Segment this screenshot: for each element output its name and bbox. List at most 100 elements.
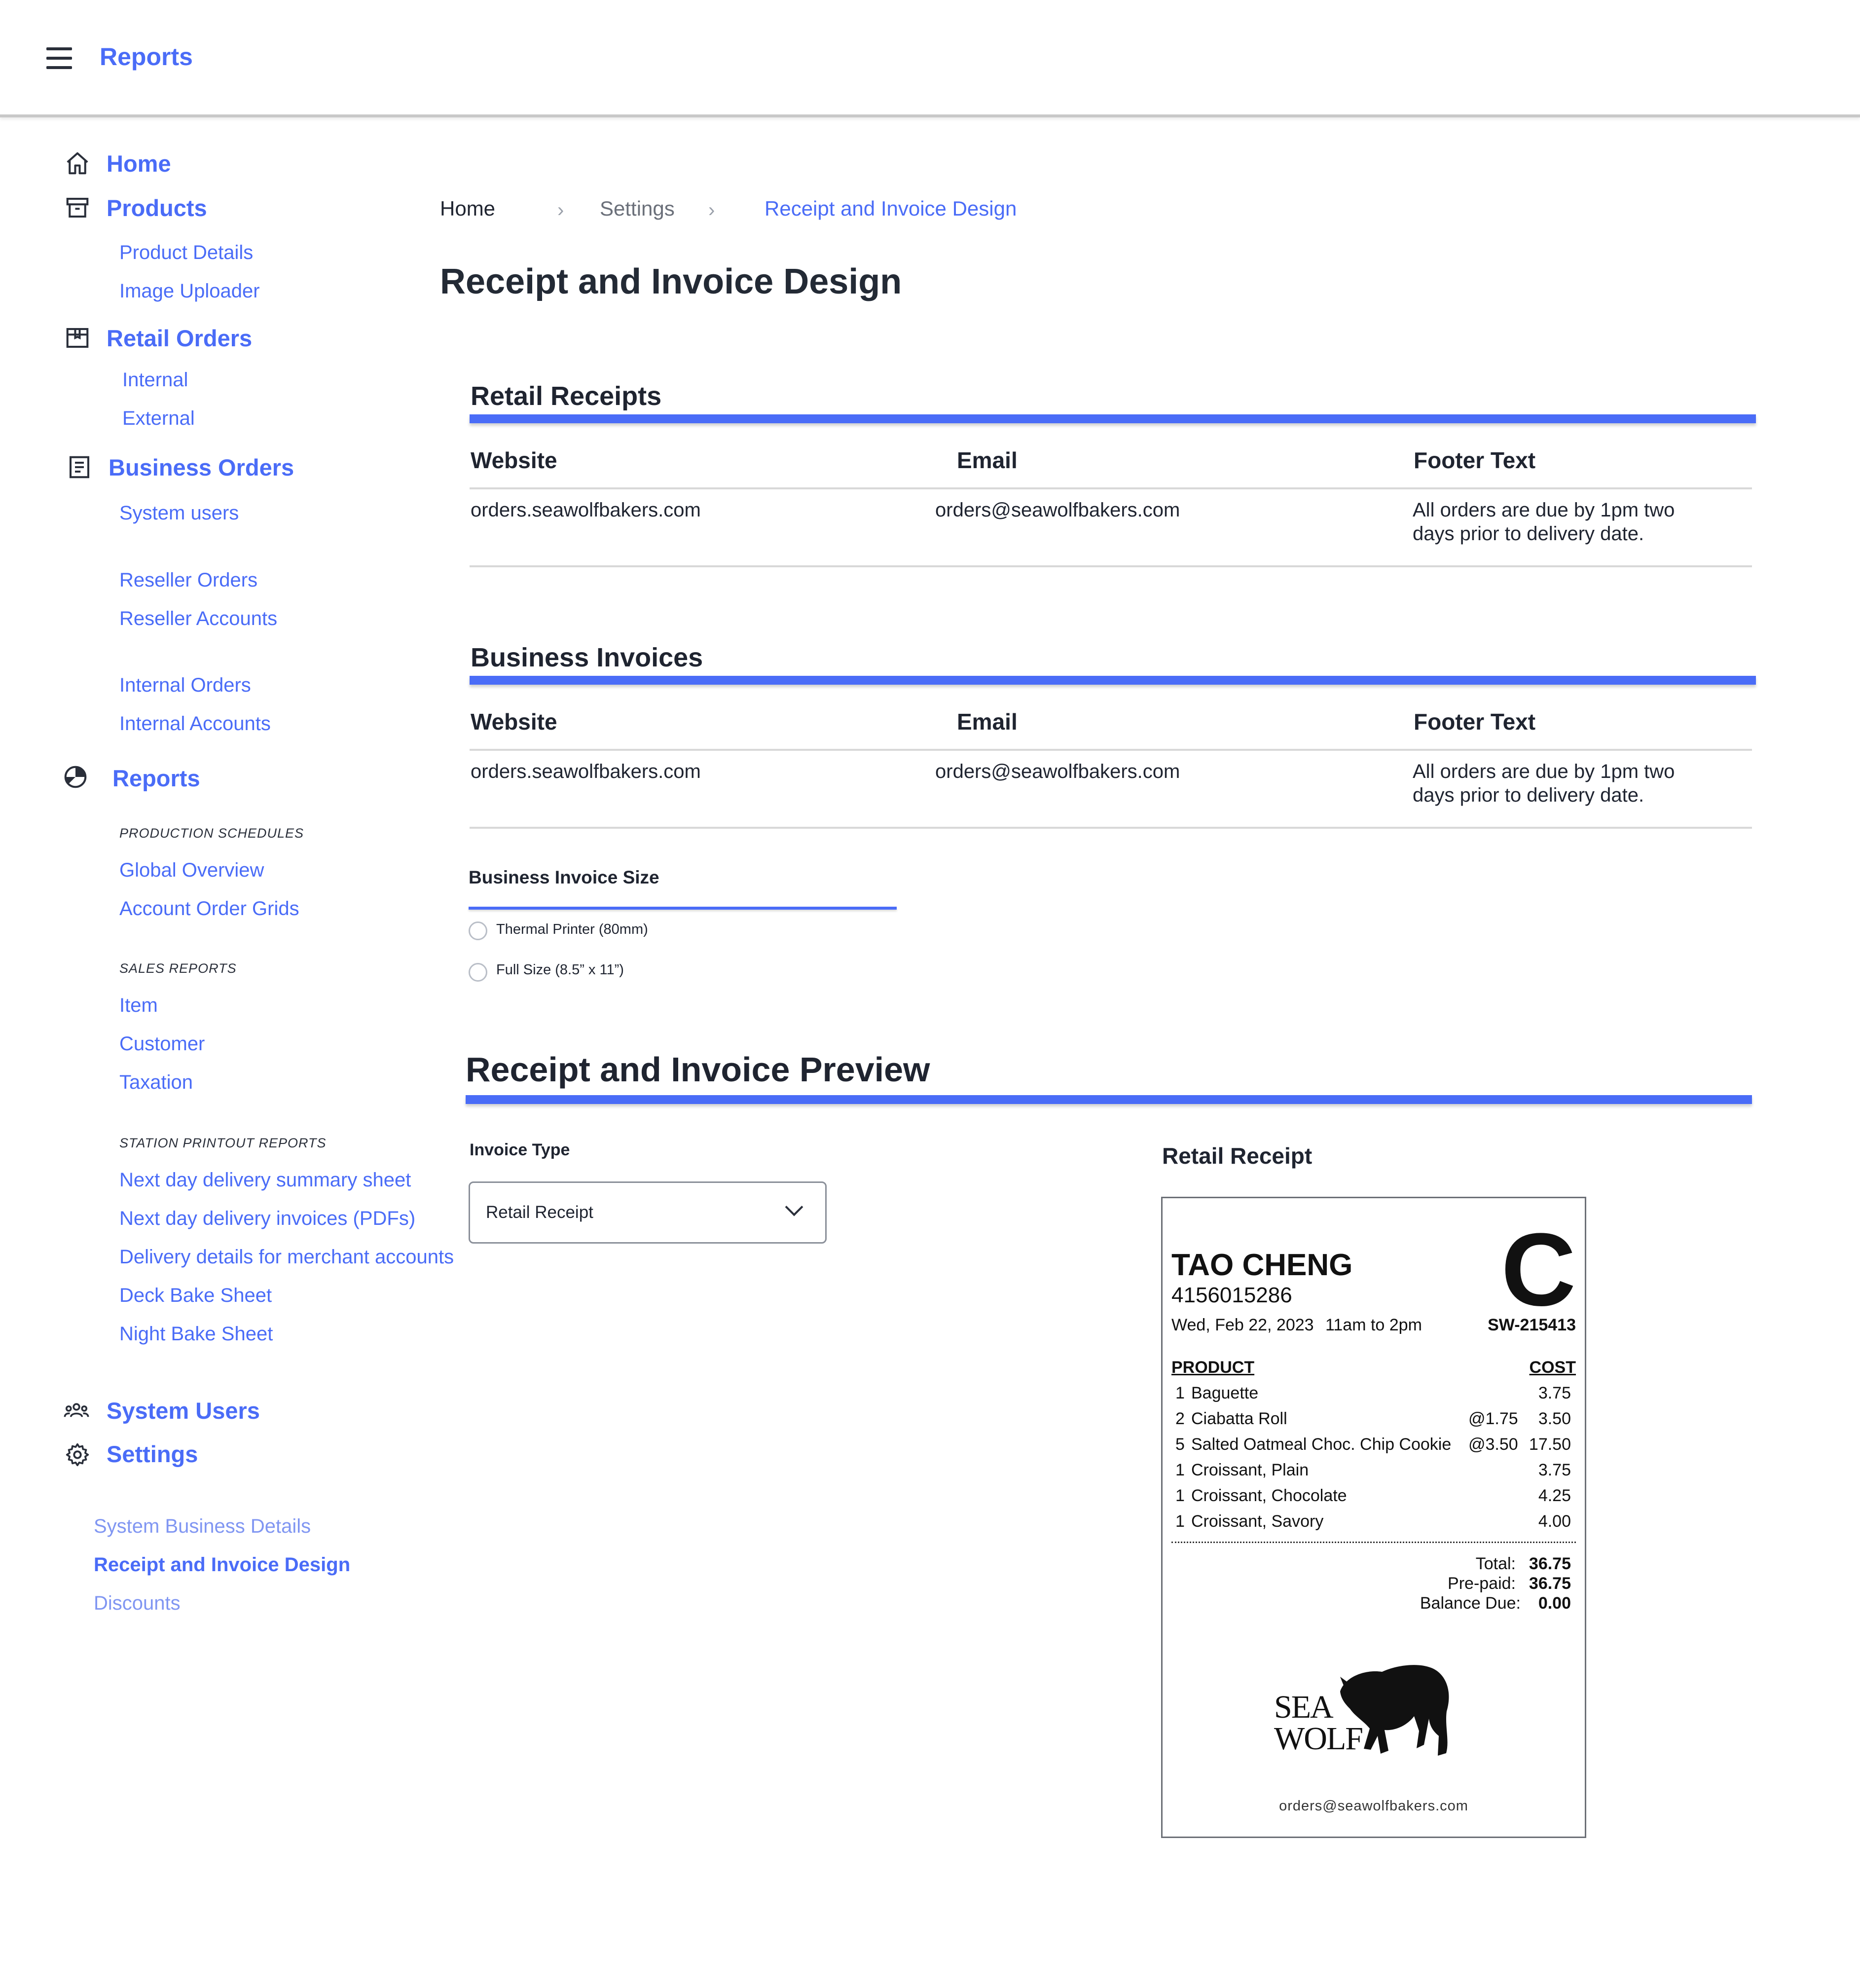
receipt-phone: 4156015286 bbox=[1171, 1283, 1292, 1307]
sidebar-item-internal-orders[interactable]: Internal Orders bbox=[119, 673, 251, 697]
breadcrumb-settings[interactable]: Settings bbox=[600, 196, 675, 221]
sidebar-item-system-users-sub[interactable]: System users bbox=[119, 501, 239, 525]
receipt-divider bbox=[1171, 1542, 1576, 1543]
sidebar-item-delivery-details[interactable]: Delivery details for merchant accounts bbox=[119, 1245, 454, 1269]
item-qty: 1 bbox=[1175, 1384, 1185, 1402]
sidebar-item-customer[interactable]: Customer bbox=[119, 1032, 205, 1056]
sidebar-item-deck-bake-sheet[interactable]: Deck Bake Sheet bbox=[119, 1284, 272, 1307]
footer-text-line-1: All orders are due by 1pm two bbox=[1413, 499, 1675, 521]
hamburger-menu-icon[interactable] bbox=[46, 47, 74, 69]
sidebar-item-internal-accounts[interactable]: Internal Accounts bbox=[119, 712, 271, 736]
sidebar-item-external[interactable]: External bbox=[122, 406, 195, 430]
footer-text-line-2: days prior to delivery date. bbox=[1413, 523, 1644, 545]
sidebar-item-retail-orders[interactable]: Retail Orders bbox=[107, 325, 252, 352]
email-value: orders@seawolfbakers.com bbox=[935, 499, 1180, 521]
logo-text-sea: SEA bbox=[1274, 1689, 1334, 1725]
sidebar-item-business-orders[interactable]: Business Orders bbox=[109, 454, 294, 481]
sidebar-item-system-users[interactable]: System Users bbox=[107, 1397, 260, 1425]
sidebar-item-discounts[interactable]: Discounts bbox=[94, 1591, 181, 1615]
page-title: Receipt and Invoice Design bbox=[440, 262, 902, 301]
sidebar-item-system-business-details[interactable]: System Business Details bbox=[94, 1514, 311, 1538]
receipt-col-cost: COST bbox=[1529, 1358, 1576, 1377]
receipt-footer-email: orders@seawolfbakers.com bbox=[1279, 1798, 1468, 1814]
total-value: 36.75 bbox=[1529, 1554, 1571, 1573]
item-qty: 1 bbox=[1175, 1461, 1185, 1479]
users-group-icon bbox=[64, 1403, 89, 1417]
sidebar-item-next-day-summary[interactable]: Next day delivery summary sheet bbox=[119, 1168, 411, 1192]
invoice-type-label: Invoice Type bbox=[470, 1141, 570, 1159]
breadcrumb-current: Receipt and Invoice Design bbox=[765, 197, 1017, 220]
sidebar-item-products[interactable]: Products bbox=[107, 194, 207, 222]
radio-label-full-size[interactable]: Full Size (8.5” x 11”) bbox=[496, 962, 624, 978]
item-cost: 4.00 bbox=[1538, 1512, 1571, 1531]
app-title: Reports bbox=[100, 43, 193, 71]
item-name: Baguette bbox=[1191, 1384, 1259, 1402]
section-underline bbox=[470, 676, 1756, 685]
email-value: orders@seawolfbakers.com bbox=[935, 761, 1180, 782]
divider bbox=[470, 565, 1752, 567]
item-qty: 1 bbox=[1175, 1512, 1185, 1531]
sidebar-item-reseller-orders[interactable]: Reseller Orders bbox=[119, 568, 257, 592]
column-header-website: Website bbox=[471, 709, 557, 735]
sidebar-item-account-order-grids[interactable]: Account Order Grids bbox=[119, 897, 299, 920]
sidebar-item-product-details[interactable]: Product Details bbox=[119, 241, 253, 264]
receipt-letter: C bbox=[1501, 1212, 1576, 1327]
home-icon bbox=[67, 152, 88, 175]
website-value: orders.seawolfbakers.com bbox=[471, 499, 701, 521]
item-cost: 17.50 bbox=[1529, 1435, 1571, 1454]
chevron-right-icon: › bbox=[708, 199, 715, 221]
item-name: Ciabatta Roll bbox=[1191, 1409, 1287, 1428]
invoice-type-select[interactable]: Retail Receipt bbox=[469, 1181, 827, 1244]
divider bbox=[470, 487, 1752, 489]
item-name: Croissant, Savory bbox=[1191, 1512, 1324, 1531]
item-name: Croissant, Plain bbox=[1191, 1461, 1309, 1479]
column-header-footer-text: Footer Text bbox=[1414, 447, 1536, 473]
sidebar-item-next-day-invoices[interactable]: Next day delivery invoices (PDFs) bbox=[119, 1207, 415, 1230]
section-title: Retail Receipts bbox=[471, 381, 662, 411]
sidebar-item-internal[interactable]: Internal bbox=[122, 368, 188, 392]
sidebar-item-night-bake-sheet[interactable]: Night Bake Sheet bbox=[119, 1322, 273, 1346]
footer-text-line-1: All orders are due by 1pm two bbox=[1413, 761, 1675, 782]
footer-text-line-2: days prior to delivery date. bbox=[1413, 784, 1644, 806]
sidebar-item-home[interactable]: Home bbox=[107, 150, 171, 178]
sidebar-item-image-uploader[interactable]: Image Uploader bbox=[119, 279, 260, 303]
invoice-size-underline bbox=[469, 907, 897, 910]
chevron-down-icon bbox=[785, 1198, 803, 1216]
archive-box-icon bbox=[66, 197, 89, 218]
item-cost: 3.50 bbox=[1538, 1409, 1571, 1428]
item-qty: 5 bbox=[1175, 1435, 1185, 1454]
sidebar-item-taxation[interactable]: Taxation bbox=[119, 1070, 193, 1094]
invoice-type-value: Retail Receipt bbox=[486, 1203, 593, 1222]
receipt-preview: TAO CHENG 4156015286 Wed, Feb 22, 2023 1… bbox=[1161, 1197, 1586, 1838]
breadcrumb-home[interactable]: Home bbox=[440, 196, 495, 221]
item-name: Croissant, Chocolate bbox=[1191, 1486, 1347, 1505]
section-title: Business Invoices bbox=[471, 643, 703, 672]
radio-full-size[interactable] bbox=[469, 963, 487, 982]
sidebar-item-reports[interactable]: Reports bbox=[112, 765, 200, 792]
receipt-order-id: SW-215413 bbox=[1488, 1316, 1576, 1334]
radio-label-thermal-printer[interactable]: Thermal Printer (80mm) bbox=[496, 921, 648, 938]
top-app-bar: Reports bbox=[0, 0, 1860, 117]
item-qty: 2 bbox=[1175, 1409, 1185, 1428]
wolf-silhouette-icon bbox=[1340, 1665, 1449, 1756]
chevron-right-icon: › bbox=[557, 199, 564, 221]
sidebar-item-receipt-invoice-design[interactable]: Receipt and Invoice Design bbox=[94, 1553, 350, 1577]
item-unit-price: @1.75 bbox=[1468, 1409, 1518, 1428]
column-header-website: Website bbox=[471, 447, 557, 473]
sidebar-item-reseller-accounts[interactable]: Reseller Accounts bbox=[119, 607, 277, 630]
receipt-col-product: PRODUCT bbox=[1171, 1358, 1255, 1377]
item-cost: 3.75 bbox=[1538, 1461, 1571, 1479]
item-cost: 3.75 bbox=[1538, 1384, 1571, 1402]
column-header-email: Email bbox=[957, 447, 1018, 473]
radio-thermal-printer[interactable] bbox=[469, 921, 487, 940]
sidebar-item-global-overview[interactable]: Global Overview bbox=[119, 858, 264, 882]
sidebar-item-item[interactable]: Item bbox=[119, 994, 158, 1017]
balance-due-value: 0.00 bbox=[1538, 1594, 1571, 1613]
sidebar-item-settings[interactable]: Settings bbox=[107, 1440, 198, 1468]
column-header-email: Email bbox=[957, 709, 1018, 735]
receipt-customer-name: TAO CHENG bbox=[1171, 1248, 1353, 1282]
sidebar-group-production-schedules: PRODUCTION SCHEDULES bbox=[119, 826, 304, 841]
item-qty: 1 bbox=[1175, 1486, 1185, 1505]
balance-due-label: Balance Due: bbox=[1420, 1594, 1521, 1613]
package-icon bbox=[66, 328, 89, 348]
